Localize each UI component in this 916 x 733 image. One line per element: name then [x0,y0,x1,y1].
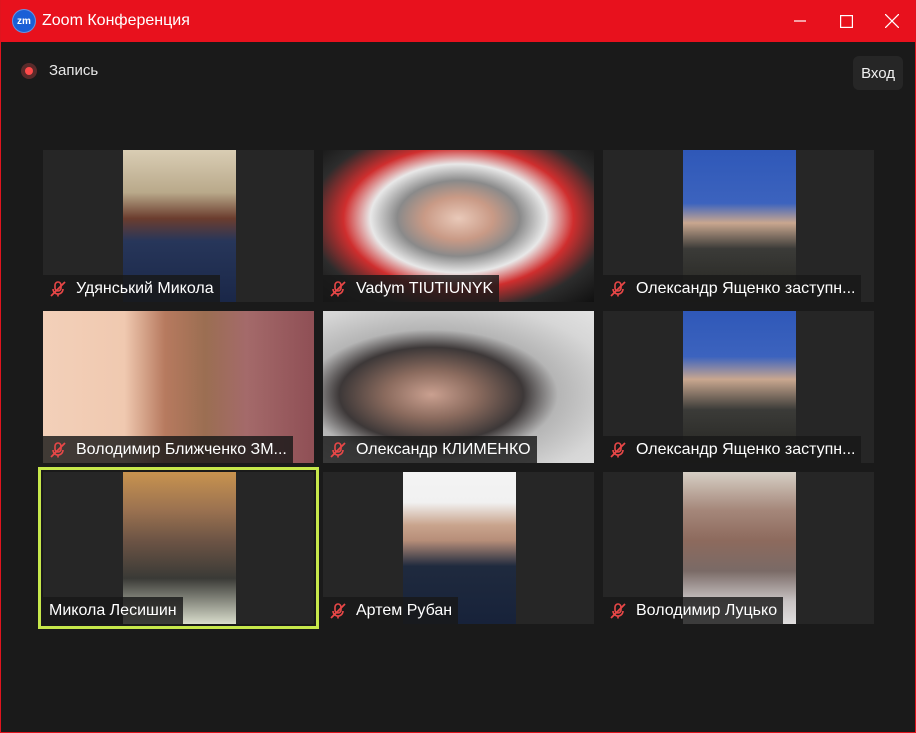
recording-icon [21,62,37,79]
participant-name: Олександр Ященко заступн... [636,440,856,458]
participant-nameplate: Микола Лесишин [43,597,183,624]
minimize-icon [794,20,806,22]
microphone-muted-icon [610,602,626,619]
participant-tile-active-speaker[interactable]: Микола Лесишин [38,467,319,629]
participant-nameplate: Vadym TIUTIUNYK [323,275,500,302]
microphone-muted-icon [330,602,346,619]
participant-nameplate: Володимир Ближченко ЗМ... [43,436,293,463]
minimize-button[interactable] [777,0,823,42]
maximize-button[interactable] [823,0,869,42]
microphone-muted-icon [610,441,626,458]
participant-tile[interactable]: Володимир Ближченко ЗМ... [43,311,314,463]
participant-tile[interactable]: Олександр КЛИМЕНКО [323,311,594,463]
microphone-muted-icon [610,280,626,297]
close-button[interactable] [869,0,915,42]
microphone-muted-icon [50,441,66,458]
participant-nameplate: Удянський Микола [43,275,220,302]
close-icon [885,14,899,28]
microphone-muted-icon [330,280,346,297]
participant-tile[interactable]: Удянський Микола [43,150,314,302]
microphone-muted-icon [50,280,66,297]
participant-name: Олександр Ященко заступн... [636,279,856,297]
participant-tile[interactable]: Олександр Ященко заступн... [603,150,874,302]
zoom-window: zm Zoom Конференция Запись Вход Удянськи… [0,0,916,733]
microphone-muted-icon [330,441,346,458]
meeting-top-bar: Запись Вход [1,42,915,98]
zoom-logo-icon: zm [12,9,36,33]
window-controls [777,0,915,42]
participant-name: Удянський Микола [76,279,214,297]
participant-tile[interactable]: Володимир Луцько [603,472,874,624]
participant-name: Олександр КЛИМЕНКО [356,440,531,458]
participant-name: Vadym TIUTIUNYK [356,279,494,297]
maximize-icon [839,14,853,28]
participant-name: Володимир Луцько [636,601,778,619]
participant-tile[interactable]: Vadym TIUTIUNYK [323,150,594,302]
participant-name: Володимир Ближченко ЗМ... [76,440,287,458]
gallery-grid: Удянський Микола Vadym TIUTIUNYK Олексан… [38,150,875,629]
window-title: Zoom Конференция [42,12,190,29]
participant-name: Артем Рубан [356,601,453,619]
participant-nameplate: Олександр Ященко заступн... [603,275,862,302]
participant-name: Микола Лесишин [49,601,177,619]
recording-indicator[interactable]: Запись [21,62,98,79]
participant-nameplate: Володимир Луцько [603,597,784,624]
exit-button[interactable]: Вход [853,56,903,90]
title-bar: zm Zoom Конференция [1,0,915,42]
participant-nameplate: Артем Рубан [323,597,459,624]
participant-nameplate: Олександр КЛИМЕНКО [323,436,537,463]
participant-tile[interactable]: Олександр Ященко заступн... [603,311,874,463]
participant-nameplate: Олександр Ященко заступн... [603,436,862,463]
recording-label: Запись [49,62,99,79]
participant-tile[interactable]: Артем Рубан [323,472,594,624]
